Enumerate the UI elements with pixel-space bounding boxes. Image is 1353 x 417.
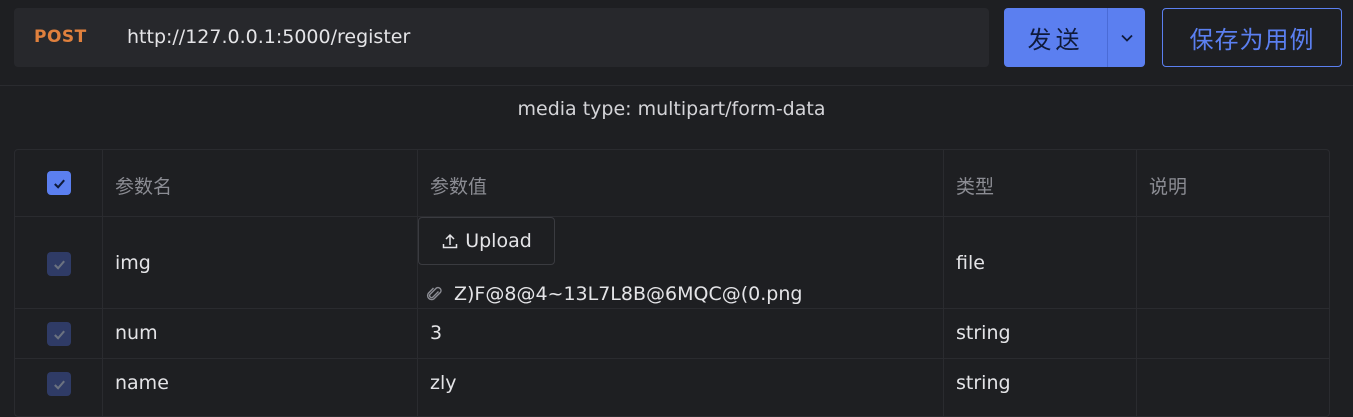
row-checkbox[interactable] bbox=[47, 322, 71, 346]
check-icon bbox=[53, 260, 65, 270]
table-row: num 3 string bbox=[15, 309, 1329, 359]
check-icon bbox=[53, 380, 65, 390]
method-selector[interactable]: POST bbox=[34, 27, 87, 47]
check-icon bbox=[53, 179, 65, 189]
save-as-case-button[interactable]: 保存为用例 bbox=[1162, 8, 1342, 67]
check-icon bbox=[53, 330, 65, 340]
media-type-label: media type: multipart/form-data bbox=[517, 98, 826, 120]
upload-button[interactable]: Upload bbox=[418, 217, 555, 265]
send-button[interactable]: 发送 bbox=[1004, 8, 1108, 67]
param-name[interactable]: name bbox=[115, 372, 169, 394]
header-param-value: 参数值 bbox=[430, 176, 488, 198]
param-name[interactable]: num bbox=[115, 322, 158, 344]
table-header: 参数名 参数值 类型 说明 bbox=[15, 150, 1329, 217]
param-type[interactable]: string bbox=[956, 372, 1011, 394]
header-type: 类型 bbox=[956, 176, 995, 198]
send-button-group: 发送 bbox=[1004, 8, 1145, 67]
send-options-dropdown[interactable] bbox=[1108, 8, 1145, 67]
table-row: name zly string bbox=[15, 359, 1329, 416]
param-name[interactable]: img bbox=[115, 252, 151, 274]
file-name: Z)F@8@4~13L7L8B@6MQC@(0.png bbox=[454, 283, 803, 305]
header-param-name: 参数名 bbox=[115, 176, 173, 198]
upload-label: Upload bbox=[465, 230, 532, 252]
url-input-box[interactable]: POST http://127.0.0.1:5000/register bbox=[14, 8, 989, 67]
row-checkbox[interactable] bbox=[47, 252, 71, 276]
url-input[interactable]: http://127.0.0.1:5000/register bbox=[127, 26, 410, 48]
param-value[interactable]: zly bbox=[430, 372, 457, 394]
param-type[interactable]: file bbox=[956, 252, 985, 274]
paperclip-icon bbox=[426, 286, 442, 301]
select-all-checkbox[interactable] bbox=[47, 171, 71, 195]
params-table: 参数名 参数值 类型 说明 img Upload Z)F@8@4~13L7L8B… bbox=[14, 149, 1330, 417]
param-type[interactable]: string bbox=[956, 322, 1011, 344]
uploaded-file-item[interactable]: Z)F@8@4~13L7L8B@6MQC@(0.png bbox=[426, 283, 802, 305]
header-description: 说明 bbox=[1149, 176, 1188, 198]
upload-icon bbox=[442, 233, 458, 249]
row-checkbox[interactable] bbox=[47, 372, 71, 396]
chevron-down-icon bbox=[1120, 34, 1133, 42]
param-value[interactable]: 3 bbox=[430, 322, 442, 344]
table-row: img Upload Z)F@8@4~13L7L8B@6MQC@(0.png f… bbox=[15, 217, 1329, 309]
request-bar: POST http://127.0.0.1:5000/register 发送 保… bbox=[0, 0, 1353, 86]
